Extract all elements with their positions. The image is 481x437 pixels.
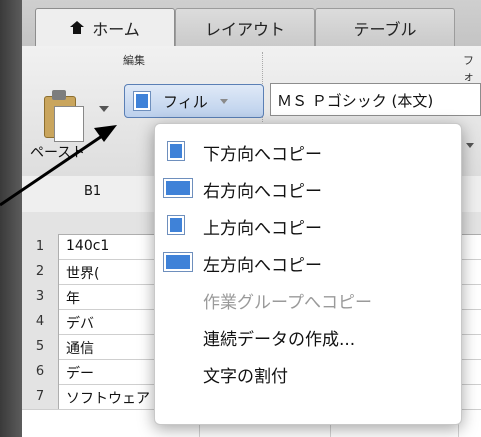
annotation-arrow xyxy=(0,125,117,207)
arrow-shaft xyxy=(0,130,109,207)
